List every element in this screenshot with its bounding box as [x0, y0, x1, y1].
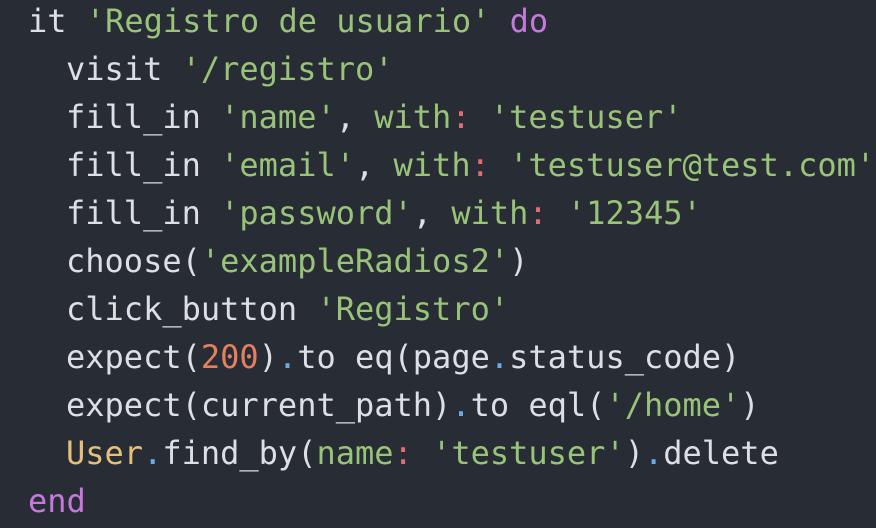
method-delete: delete: [663, 434, 779, 472]
to-eql: to eql: [470, 386, 587, 424]
code-line-5: fill_in 'password', with: '12345': [0, 189, 702, 237]
open-paren: (: [181, 338, 201, 376]
comma: ,: [354, 146, 375, 184]
code-line-7: click_button 'Registro': [0, 285, 509, 333]
close-paren: ): [740, 386, 760, 424]
code-line-10: User.find_by(name: 'testuser').delete: [0, 429, 779, 477]
radio-string: 'exampleRadios2': [200, 242, 510, 280]
code-line-2: visit '/registro': [0, 45, 394, 93]
path-string: '/registro': [181, 50, 394, 88]
dot-operator: .: [643, 434, 664, 472]
value-string: '12345': [566, 194, 702, 232]
value-string: 'testuser': [432, 434, 625, 472]
comma: ,: [412, 194, 433, 232]
method-expect: expect: [66, 386, 182, 424]
field-name-string: 'email': [220, 146, 355, 184]
keyword-do: do: [509, 2, 549, 40]
code-line-4: fill_in 'email', with: 'testuser@test.co…: [0, 141, 875, 189]
close-paren: ): [258, 338, 278, 376]
user-constant: User: [66, 434, 144, 472]
method-fill-in: fill_in: [66, 98, 201, 136]
name-symbol: name: [316, 434, 394, 472]
dot-operator: .: [451, 386, 471, 424]
method-find-by: find_by(: [162, 434, 317, 472]
field-name-string: 'password': [220, 194, 413, 232]
code-line-9: expect(current_path).to eql('/home'): [0, 381, 760, 429]
close-paren: ): [509, 242, 529, 280]
code-line-6: choose('exampleRadios2'): [0, 237, 528, 285]
dot-operator: .: [143, 434, 163, 472]
with-keyword: with: [393, 146, 471, 184]
keyword-end: end: [28, 482, 86, 520]
comma: ,: [335, 98, 355, 136]
code-line-3: fill_in 'name', with: 'testuser': [0, 93, 683, 141]
colon: :: [451, 98, 471, 136]
value-string: 'testuser@test.com': [509, 146, 876, 184]
field-name-string: 'name': [220, 98, 336, 136]
close-paren: ): [624, 434, 644, 472]
with-keyword: with: [374, 98, 452, 136]
with-keyword: with: [451, 194, 529, 232]
code-line-8: expect(200).to eq(page.status_code): [0, 333, 740, 381]
page-ref: (page: [393, 338, 490, 376]
method-click-button: click_button: [66, 290, 298, 328]
number-200: 200: [200, 338, 259, 376]
method-expect: expect: [66, 338, 182, 376]
method-choose: choose: [66, 242, 182, 280]
colon: :: [393, 434, 413, 472]
test-description-string: 'Registro de usuario': [85, 2, 491, 40]
keyword-it: it: [28, 2, 67, 40]
value-string: 'testuser': [489, 98, 683, 136]
method-fill-in: fill_in: [66, 194, 201, 232]
code-line-1: it 'Registro de usuario' do: [0, 0, 548, 45]
method-fill-in: fill_in: [66, 146, 201, 184]
colon: :: [470, 146, 490, 184]
home-path-string: '/home': [605, 386, 741, 424]
button-label-string: 'Registro': [316, 290, 510, 328]
open-paren: (: [181, 242, 201, 280]
status-code: status_code): [509, 338, 741, 376]
dot-operator: .: [489, 338, 510, 376]
method-visit: visit: [66, 50, 163, 88]
colon: :: [528, 194, 548, 232]
code-editor[interactable]: it 'Registro de usuario' do visit '/regi…: [0, 0, 876, 528]
open-paren: (: [586, 386, 606, 424]
code-line-11: end: [0, 477, 86, 525]
current-path-arg: (current_path): [181, 386, 452, 424]
to-eq: to eq: [297, 338, 394, 376]
dot-operator: .: [277, 338, 298, 376]
